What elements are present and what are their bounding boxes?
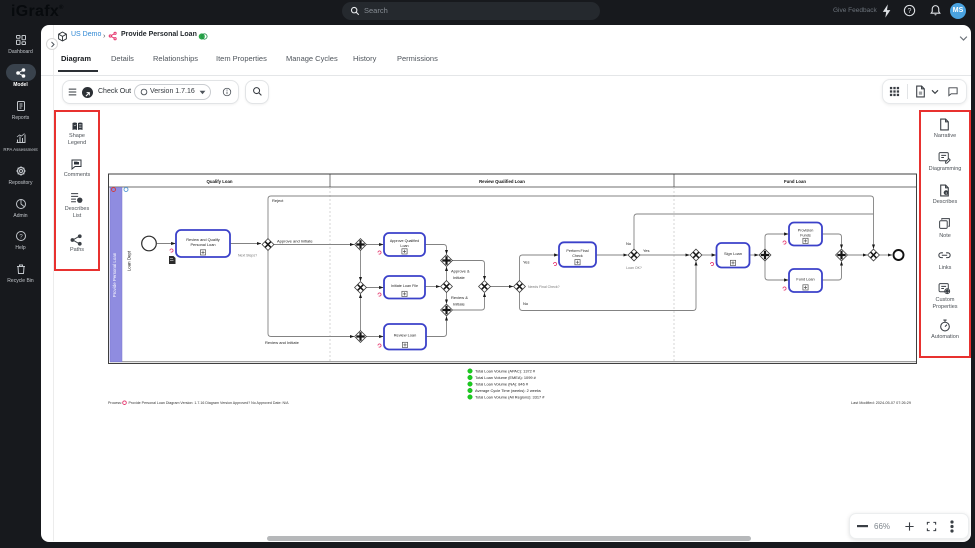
svg-text:Loan Dept: Loan Dept bbox=[127, 250, 132, 271]
svg-text:Total Loan Volume (All Regions: Total Loan Volume (All Regions): 3317 # bbox=[475, 395, 545, 400]
svg-text:Review &: Review & bbox=[451, 295, 468, 300]
svg-text:Initiate: Initiate bbox=[453, 275, 466, 280]
svg-text:Review Loan: Review Loan bbox=[394, 333, 417, 338]
svg-text:Fund Loan: Fund Loan bbox=[796, 277, 814, 281]
svg-text:Total Loan Volume (EMEA): 1099: Total Loan Volume (EMEA): 1099 # bbox=[475, 375, 537, 380]
svg-text:Review and Initiate: Review and Initiate bbox=[265, 340, 300, 345]
svg-text:Fund Loan: Fund Loan bbox=[784, 179, 806, 184]
svg-text:No: No bbox=[626, 241, 632, 246]
svg-text:Perform Final: Perform Final bbox=[566, 249, 588, 253]
svg-text:Loan: Loan bbox=[400, 244, 408, 248]
svg-text:Next Steps?: Next Steps? bbox=[238, 254, 257, 258]
svg-text:Provide Personal Loan: Provide Personal Loan bbox=[112, 252, 117, 297]
svg-text:Personal Loan: Personal Loan bbox=[190, 242, 215, 247]
svg-text:Total Loan Volume (APAC): 1372: Total Loan Volume (APAC): 1372 # bbox=[475, 369, 536, 374]
svg-text:Approve &: Approve & bbox=[451, 269, 470, 274]
svg-text:Check: Check bbox=[572, 254, 583, 258]
svg-text:Initiate Loan File: Initiate Loan File bbox=[391, 284, 418, 288]
svg-text:Yes: Yes bbox=[643, 248, 650, 253]
svg-text:Loan OK?: Loan OK? bbox=[626, 266, 642, 270]
svg-text:Last Modified: 2024-05-07 07:2: Last Modified: 2024-05-07 07:26:29 bbox=[851, 401, 911, 405]
svg-text:Provision: Provision bbox=[798, 229, 814, 233]
svg-text:Approve Qualified: Approve Qualified bbox=[390, 239, 419, 243]
svg-text:Reject: Reject bbox=[272, 198, 284, 203]
svg-text:Approve and Initiate: Approve and Initiate bbox=[277, 239, 313, 244]
svg-text:Yes: Yes bbox=[523, 260, 530, 265]
svg-text:Process:: Process: bbox=[108, 401, 122, 405]
svg-text:Initiate: Initiate bbox=[453, 302, 466, 307]
svg-text:No: No bbox=[523, 301, 529, 306]
svg-text:Total Loan Volume (NA): 846 #: Total Loan Volume (NA): 846 # bbox=[475, 382, 529, 387]
svg-text:Sign Loan: Sign Loan bbox=[724, 251, 742, 256]
svg-text:Average Cycle Time (weeks): 2: Average Cycle Time (weeks): 2 weeks bbox=[475, 388, 541, 393]
svg-text:Provide Personal Loan Diagram: Provide Personal Loan Diagram Version: 1… bbox=[129, 401, 290, 405]
svg-text:Review Qualified Loan: Review Qualified Loan bbox=[479, 179, 525, 184]
svg-text:Needs Final Check?: Needs Final Check? bbox=[528, 285, 560, 289]
svg-text:Funds: Funds bbox=[800, 233, 811, 237]
svg-text:Qualify Loan: Qualify Loan bbox=[206, 179, 232, 184]
